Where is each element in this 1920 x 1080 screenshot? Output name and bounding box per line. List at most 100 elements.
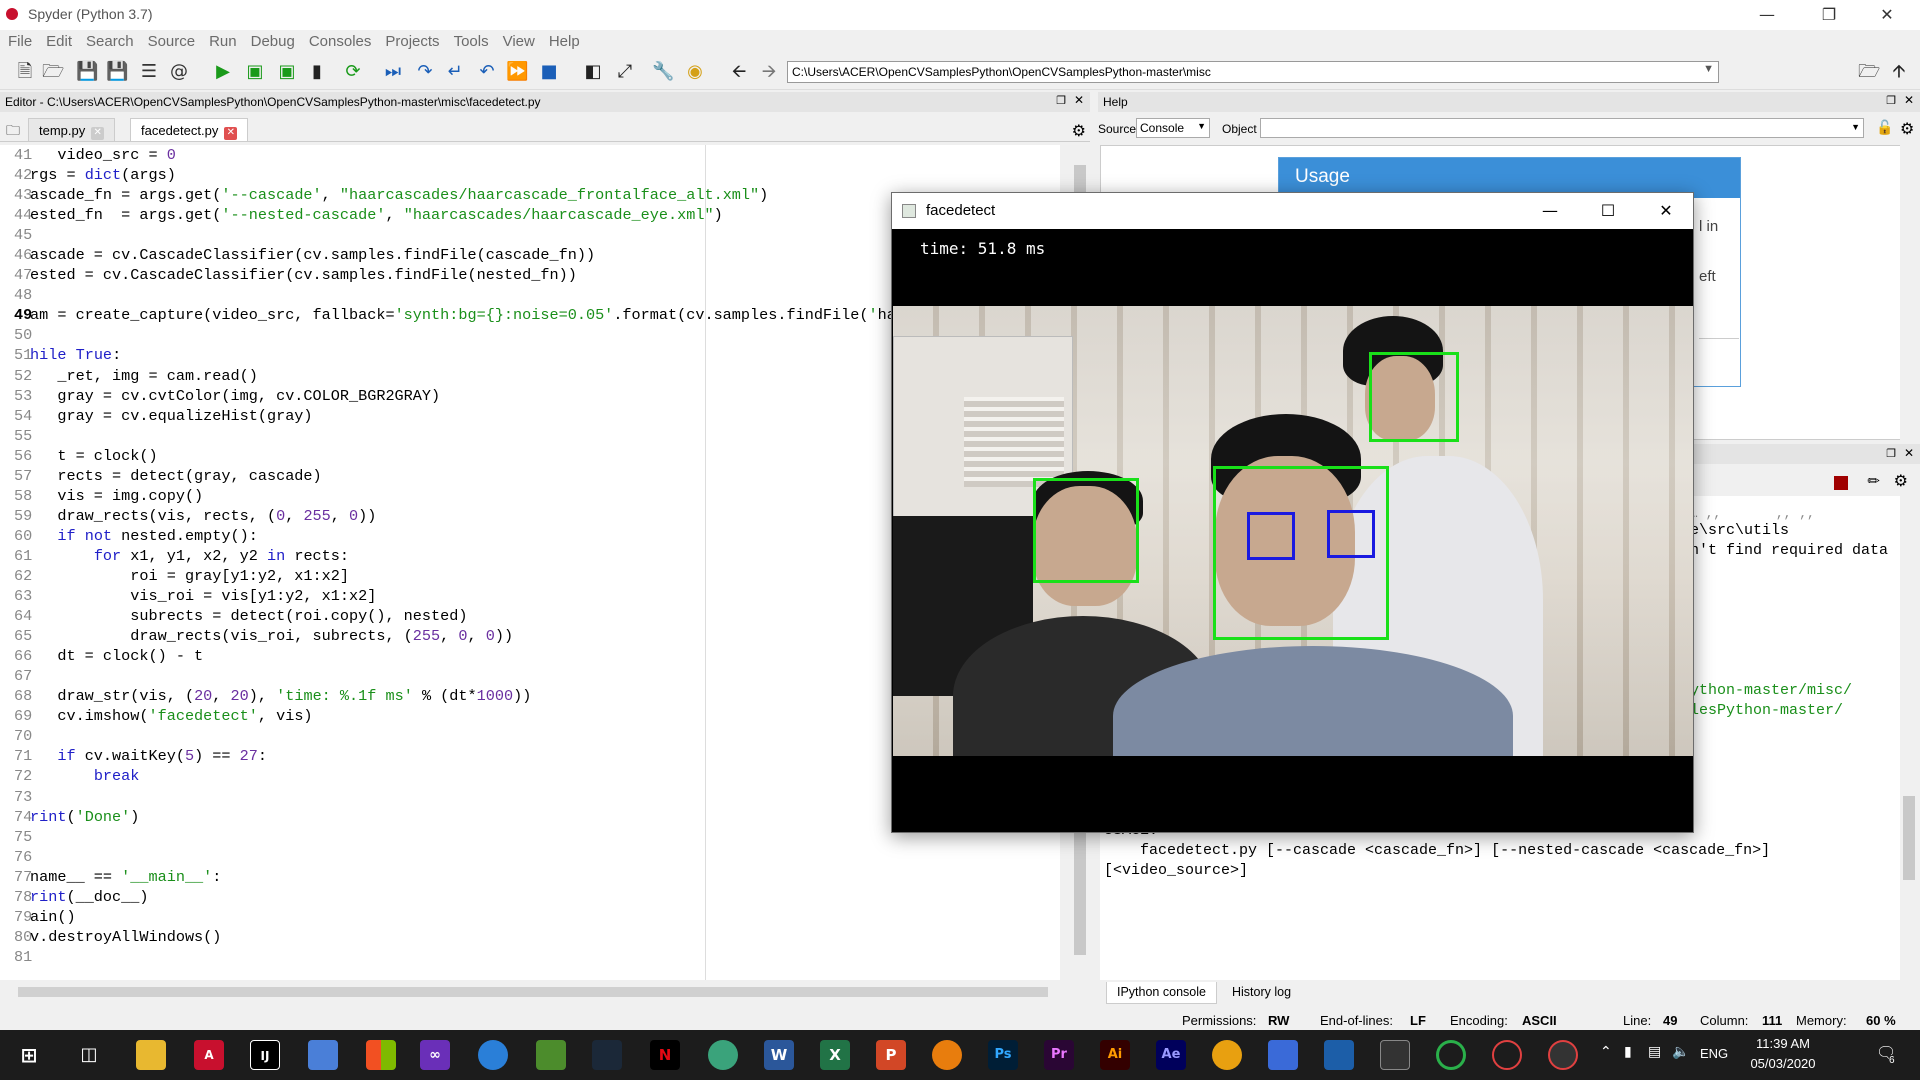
3d-builder-icon[interactable] — [308, 1040, 338, 1070]
menu-tools[interactable]: Tools — [446, 30, 495, 50]
maximize-button[interactable]: ☐ — [1580, 193, 1636, 229]
python-path-icon[interactable]: ◉ — [684, 61, 706, 83]
tab-ipython-console[interactable]: IPython console — [1106, 982, 1217, 1004]
restore-button[interactable]: ❐ — [1806, 0, 1852, 30]
atom-icon[interactable] — [708, 1040, 738, 1070]
close-pane-icon[interactable]: ✕ — [1904, 93, 1914, 107]
console-scrollbar[interactable] — [1900, 496, 1918, 980]
steam-icon[interactable] — [592, 1040, 622, 1070]
run-cell-icon[interactable]: ▣ — [244, 61, 266, 83]
object-input[interactable]: ▼ — [1260, 118, 1864, 138]
lock-icon[interactable]: 🔓 — [1876, 120, 1893, 136]
menu-run[interactable]: Run — [201, 30, 243, 50]
app-icon[interactable] — [1212, 1040, 1242, 1070]
menu-view[interactable]: View — [495, 30, 541, 50]
step-icon[interactable]: ↷ — [414, 61, 436, 83]
editor-options-gear-icon[interactable]: ⚙ — [1072, 121, 1086, 140]
close-tab-icon[interactable]: ✕ — [91, 127, 105, 140]
help-options-gear-icon[interactable]: ⚙ — [1900, 119, 1914, 138]
browse-tabs-icon[interactable]: 🗀 — [6, 120, 20, 144]
facedetect-titlebar[interactable]: facedetect — ☐ ✕ — [892, 193, 1693, 229]
menu-consoles[interactable]: Consoles — [301, 30, 378, 50]
browse-folder-icon[interactable]: 🗁 — [1858, 61, 1880, 83]
console-options-gear-icon[interactable]: ⚙ — [1894, 471, 1908, 490]
network-icon[interactable]: ▤ — [1648, 1044, 1661, 1060]
premiere-icon[interactable]: Pr — [1044, 1040, 1074, 1070]
new-file-icon[interactable]: 🗎 — [14, 61, 36, 83]
app-icon[interactable] — [1268, 1040, 1298, 1070]
list-icon[interactable]: ☰ — [138, 61, 160, 83]
illustrator-icon[interactable]: Ai — [1100, 1040, 1130, 1070]
virtualbox-icon[interactable] — [1324, 1040, 1354, 1070]
spyder-icon[interactable] — [1492, 1040, 1522, 1070]
menu-help[interactable]: Help — [541, 30, 586, 50]
word-icon[interactable]: W — [764, 1040, 794, 1070]
undock-icon[interactable]: ❐ — [1056, 94, 1066, 107]
menu-debug[interactable]: Debug — [243, 30, 301, 50]
run-selection-icon[interactable]: ▮ — [306, 61, 328, 83]
at-icon[interactable]: @ — [168, 61, 190, 83]
close-button[interactable]: ✕ — [1638, 193, 1694, 229]
help-scrollbar[interactable] — [1900, 145, 1918, 440]
stop-kernel-icon[interactable] — [1834, 476, 1848, 490]
scrollbar-thumb[interactable] — [18, 987, 1048, 997]
continue-icon[interactable]: ⏩ — [506, 61, 528, 83]
close-button[interactable]: ✕ — [1864, 0, 1910, 30]
close-pane-icon[interactable]: ✕ — [1074, 93, 1084, 107]
ms-store-icon[interactable] — [366, 1040, 396, 1070]
rerun-icon[interactable]: ⟳ — [342, 61, 364, 83]
language-indicator[interactable]: ENG — [1700, 1046, 1728, 1061]
visual-studio-icon[interactable]: ∞ — [420, 1040, 450, 1070]
acrobat-icon[interactable]: A — [194, 1040, 224, 1070]
preferences-wrench-icon[interactable]: 🔧 — [652, 61, 674, 83]
file-explorer-icon[interactable] — [136, 1040, 166, 1070]
volume-icon[interactable]: 🔈 — [1672, 1044, 1689, 1060]
step-into-icon[interactable]: ↵ — [444, 61, 466, 83]
clock-time[interactable]: 11:39 AM — [1748, 1036, 1818, 1051]
app-ring-icon[interactable] — [1436, 1040, 1466, 1070]
tab-temp-py[interactable]: temp.py ✕ — [28, 118, 116, 141]
chrome-icon[interactable] — [478, 1040, 508, 1070]
stop-debug-icon[interactable]: ■ — [538, 61, 560, 83]
photoshop-icon[interactable]: Ps — [988, 1040, 1018, 1070]
fullscreen-icon[interactable]: ⤢ — [614, 61, 636, 83]
debug-icon[interactable]: ⏭ — [382, 61, 404, 83]
spyder-active-icon[interactable] — [1548, 1040, 1578, 1070]
after-effects-icon[interactable]: Ae — [1156, 1040, 1186, 1070]
facedetect-window[interactable]: facedetect — ☐ ✕ time: 51.8 ms — [891, 192, 1694, 833]
menu-projects[interactable]: Projects — [377, 30, 445, 50]
close-pane-icon[interactable]: ✕ — [1904, 446, 1914, 460]
close-tab-icon[interactable]: ✕ — [224, 127, 238, 140]
maximize-pane-icon[interactable]: ◧ — [582, 61, 604, 83]
undock-icon[interactable]: ❐ — [1886, 94, 1896, 107]
tab-facedetect-py[interactable]: facedetect.py ✕ — [130, 118, 249, 141]
notepad-icon[interactable] — [536, 1040, 566, 1070]
working-directory-combobox[interactable]: C:\Users\ACER\OpenCVSamplesPython\OpenCV… — [787, 61, 1719, 83]
menu-source[interactable]: Source — [140, 30, 202, 50]
step-return-icon[interactable]: ↶ — [476, 61, 498, 83]
chevron-down-icon[interactable]: ▼ — [1703, 63, 1714, 75]
run-icon[interactable]: ▶ — [212, 61, 234, 83]
minimize-button[interactable]: — — [1522, 193, 1578, 229]
run-cell-advance-icon[interactable]: ▣ — [276, 61, 298, 83]
clear-console-icon[interactable]: ✏ — [1867, 472, 1880, 490]
save-icon[interactable]: 💾 — [76, 61, 98, 83]
start-windows-icon[interactable]: ⊞ — [14, 1040, 44, 1070]
excel-icon[interactable]: X — [820, 1040, 850, 1070]
blender-icon[interactable] — [932, 1040, 962, 1070]
source-select[interactable]: Console ▼ — [1136, 118, 1210, 138]
undock-icon[interactable]: ❐ — [1886, 447, 1896, 460]
save-all-icon[interactable]: 💾 — [106, 61, 128, 83]
clock-date[interactable]: 05/03/2020 — [1748, 1056, 1818, 1071]
back-arrow-icon[interactable]: 🡨 — [728, 61, 750, 83]
powerpoint-icon[interactable]: P — [876, 1040, 906, 1070]
menu-search[interactable]: Search — [78, 30, 140, 50]
terminal-icon[interactable] — [1380, 1040, 1410, 1070]
tab-history-log[interactable]: History log — [1222, 982, 1301, 1004]
chevron-up-icon[interactable]: ⌃ — [1600, 1044, 1612, 1060]
netflix-icon[interactable]: N — [650, 1040, 680, 1070]
scrollbar-thumb[interactable] — [1903, 796, 1915, 880]
forward-arrow-icon[interactable]: 🡪 — [758, 61, 780, 83]
battery-icon[interactable]: ▮ — [1624, 1044, 1632, 1060]
open-file-icon[interactable]: 🗁 — [42, 61, 64, 83]
